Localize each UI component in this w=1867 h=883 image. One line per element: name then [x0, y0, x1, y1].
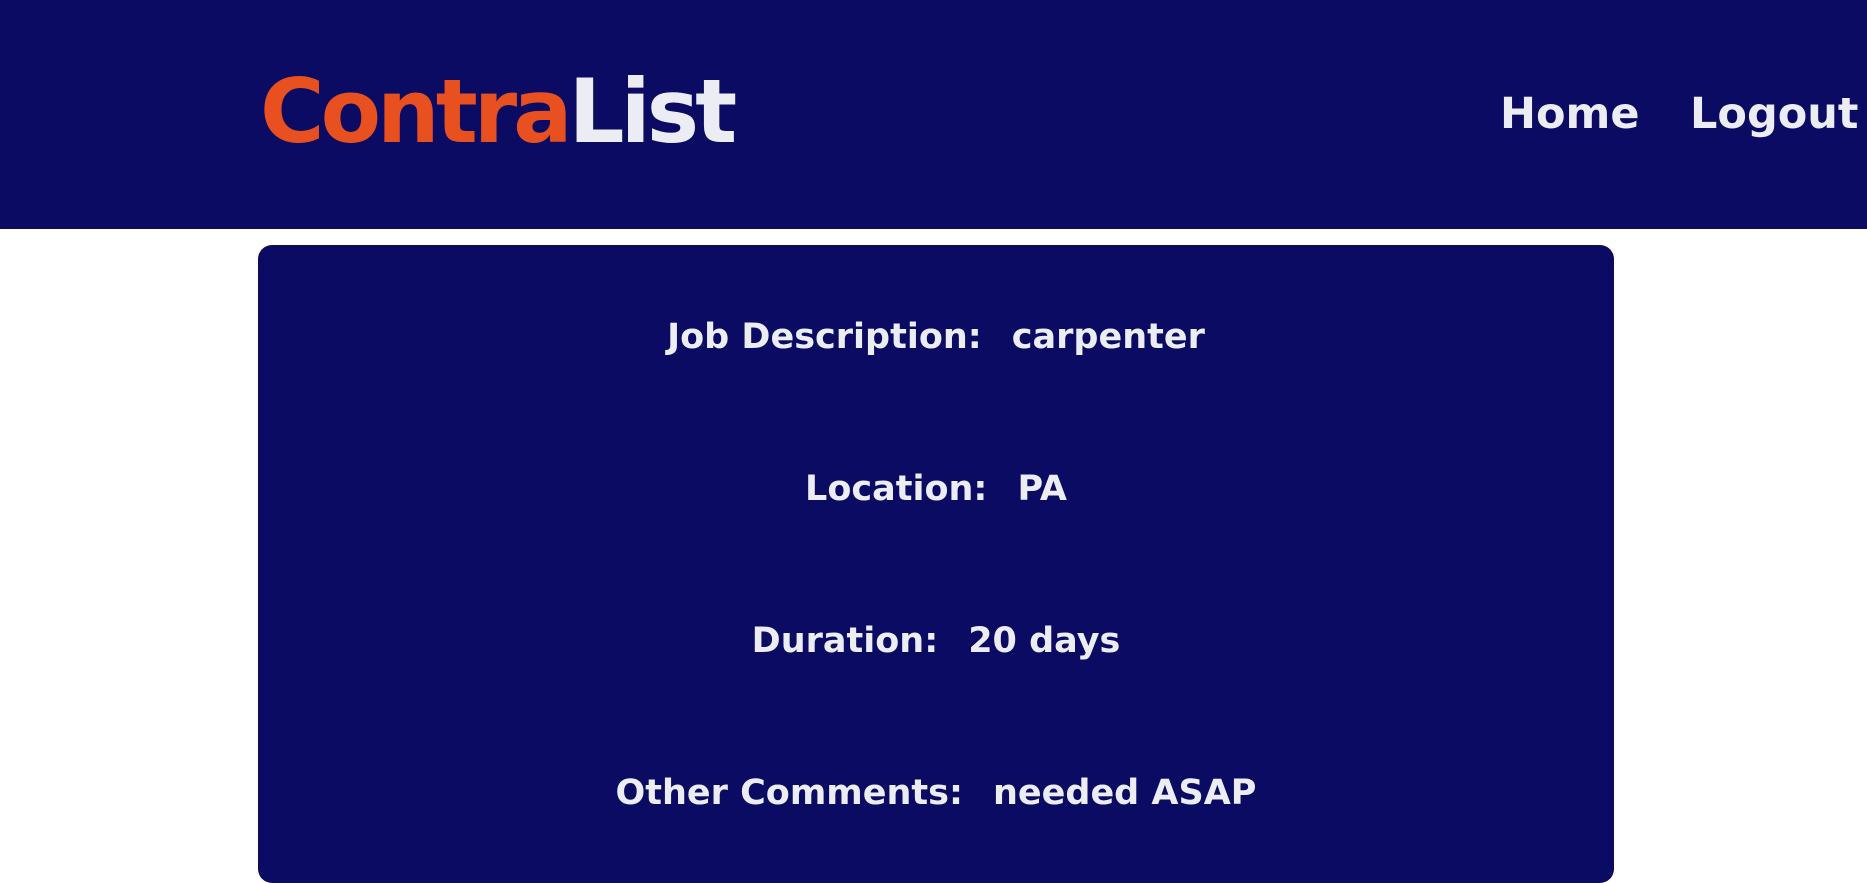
- job-description-label: Job Description:: [667, 317, 982, 357]
- site-header: ContraList Home Logout: [0, 0, 1867, 229]
- logo[interactable]: ContraList: [260, 60, 738, 163]
- duration-label: Duration:: [751, 621, 939, 661]
- location-value: PA: [1017, 469, 1067, 509]
- logo-list: List: [568, 60, 738, 163]
- nav-home-link[interactable]: Home: [1500, 86, 1640, 142]
- other-comments-row: Other Comments: needed ASAP: [258, 769, 1614, 817]
- location-row: Location: PA: [258, 465, 1614, 513]
- logo-contra: Contra: [260, 60, 573, 163]
- other-comments-value: needed ASAP: [993, 773, 1257, 813]
- location-label: Location:: [805, 469, 988, 509]
- nav-logout-link[interactable]: Logout: [1690, 86, 1858, 142]
- job-details-card: Job Description: carpenter Location: PA Du…: [258, 245, 1614, 883]
- other-comments-label: Other Comments:: [615, 773, 963, 813]
- duration-row: Duration: 20 days: [258, 617, 1614, 665]
- duration-value: 20 days: [968, 621, 1121, 661]
- job-description-row: Job Description: carpenter: [258, 313, 1614, 361]
- job-description-value: carpenter: [1011, 317, 1205, 357]
